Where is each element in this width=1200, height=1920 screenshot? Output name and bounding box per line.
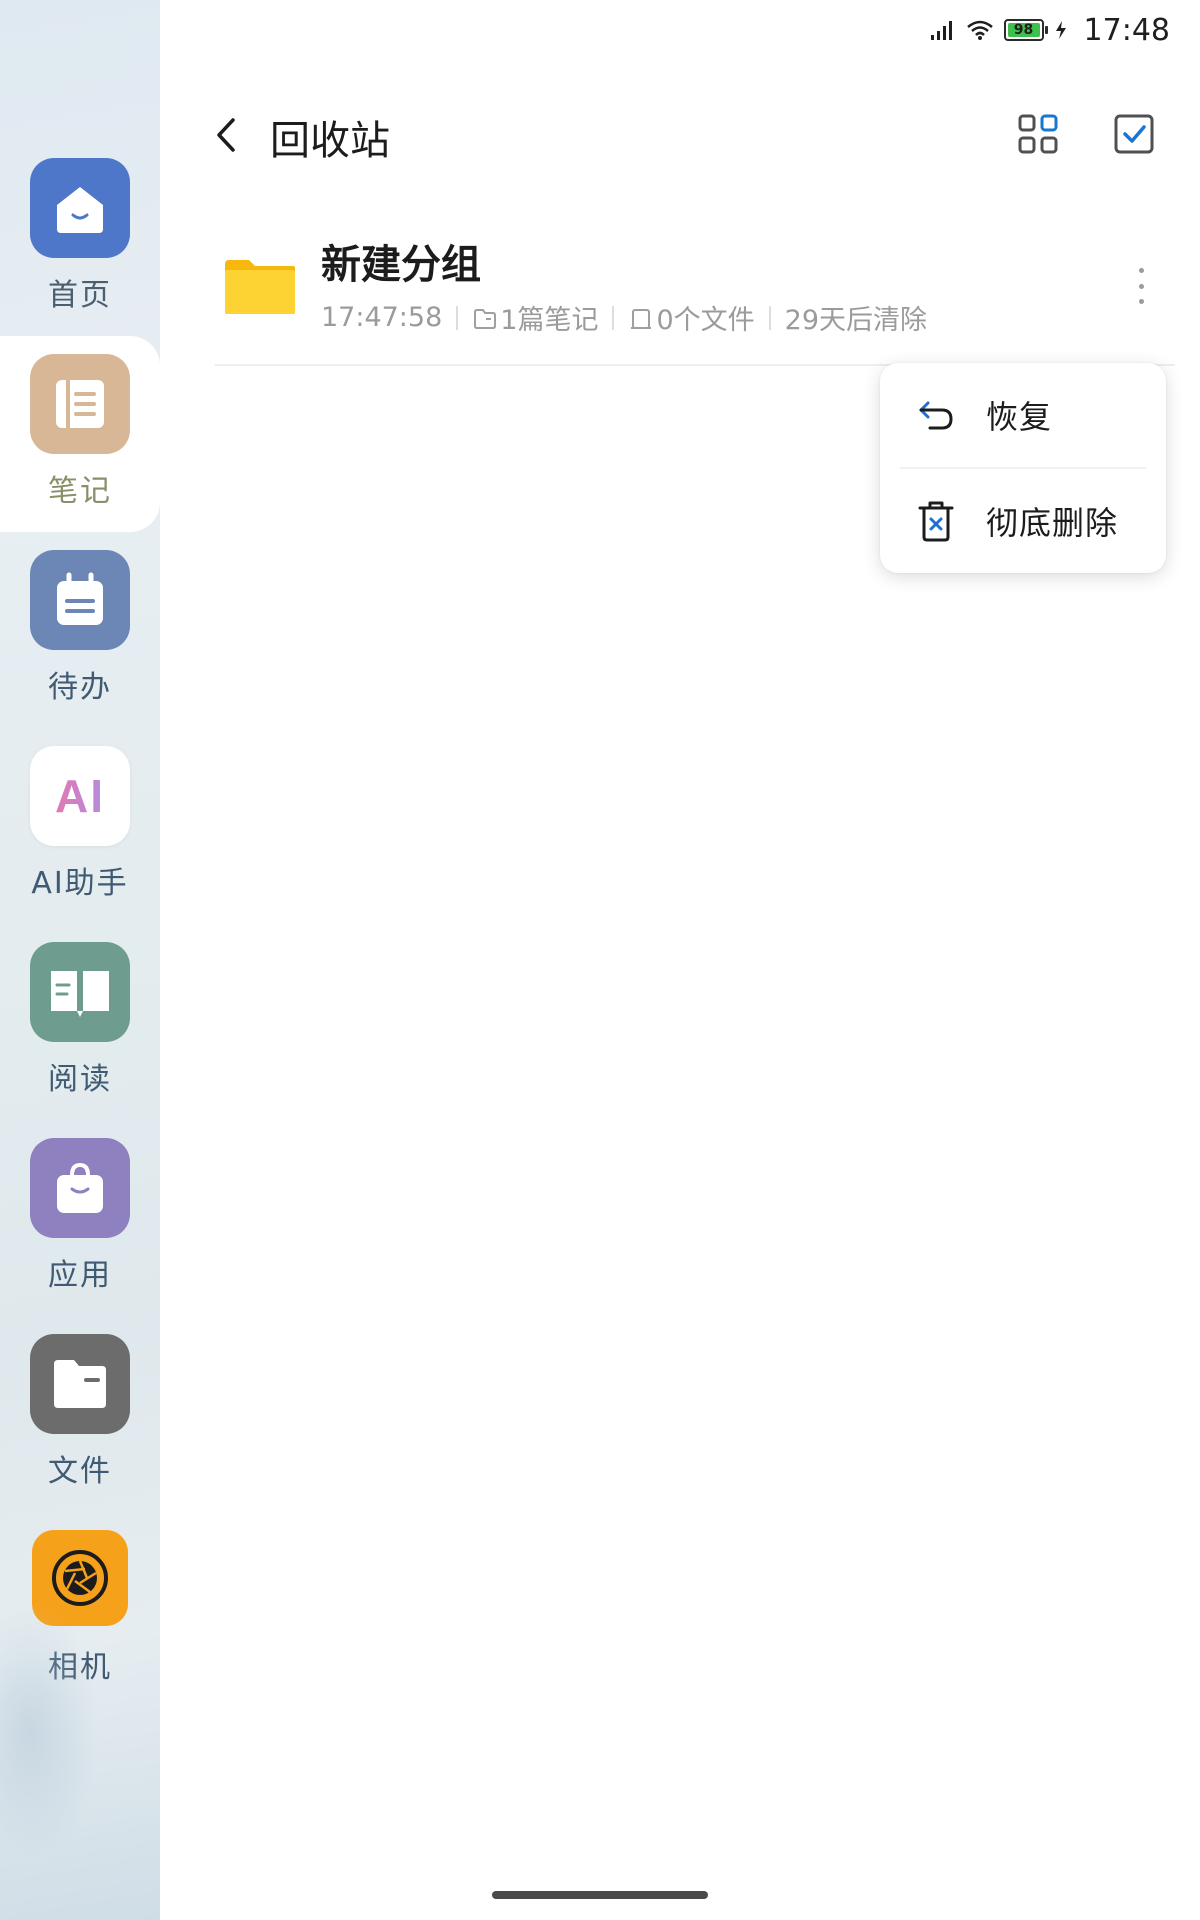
- sidebar-item-notes[interactable]: 笔记: [0, 336, 160, 532]
- sidebar-item-label: AI助手: [31, 866, 129, 901]
- trash-delete-icon: [918, 501, 954, 542]
- sidebar-item-home[interactable]: 首页: [0, 140, 160, 336]
- signal-icon: [930, 21, 952, 40]
- sidebar: 首页 笔记 待办 AI AI助手 阅读 应用 文件 相机: [0, 0, 160, 1920]
- back-button[interactable]: [205, 110, 249, 160]
- charging-icon: [1055, 21, 1066, 39]
- divider: [612, 305, 615, 330]
- more-icon: [1138, 268, 1144, 273]
- chevron-left-icon: [217, 118, 235, 152]
- folder-icon: [30, 1334, 130, 1434]
- sidebar-item-label: 阅读: [48, 1062, 112, 1097]
- item-time: 17:47:58: [321, 302, 443, 333]
- menu-item-label: 彻底删除: [986, 504, 1119, 542]
- ai-icon: AI: [30, 746, 130, 846]
- menu-item-label: 恢复: [986, 398, 1053, 436]
- sidebar-item-label: 相机: [48, 1650, 112, 1685]
- sidebar-item-label: 笔记: [48, 474, 112, 509]
- sidebar-item-ai-assistant[interactable]: AI AI助手: [0, 728, 160, 924]
- item-expiry: 29天后清除: [784, 305, 927, 336]
- wifi-icon: [966, 20, 993, 40]
- home-icon: [30, 158, 130, 258]
- bag-icon: [30, 1138, 130, 1238]
- home-indicator[interactable]: [492, 1891, 708, 1899]
- sidebar-item-camera[interactable]: 相机: [0, 1512, 160, 1708]
- undo-icon: [919, 401, 953, 430]
- book-icon: [30, 942, 130, 1042]
- list-item[interactable]: 新建分组 17:47:58 1篇笔记 0个文件 29天后清除: [215, 218, 1175, 366]
- battery-level: 98: [1013, 22, 1034, 38]
- sidebar-item-apps[interactable]: 应用: [0, 1120, 160, 1316]
- divider: [768, 305, 771, 330]
- sidebar-item-label: 文件: [48, 1454, 112, 1489]
- file-outline-icon: [631, 308, 652, 329]
- grid-view-icon: [1018, 114, 1058, 154]
- sidebar-item-label: 待办: [48, 670, 112, 705]
- grid-view-button[interactable]: [1016, 112, 1060, 156]
- sidebar-item-todo[interactable]: 待办: [0, 532, 160, 728]
- context-menu: 恢复 彻底删除: [880, 363, 1166, 573]
- select-mode-button[interactable]: [1112, 112, 1156, 156]
- page-title: 回收站: [270, 118, 390, 164]
- status-time: 17:48: [1083, 12, 1170, 48]
- battery-icon: 98: [1003, 19, 1048, 41]
- item-title: 新建分组: [321, 242, 481, 288]
- item-notes-count: 1篇笔记: [500, 305, 599, 336]
- sidebar-item-label: 应用: [48, 1258, 112, 1293]
- folder-outline-icon: [474, 308, 497, 329]
- more-options-button[interactable]: [1126, 264, 1156, 308]
- sidebar-item-files[interactable]: 文件: [0, 1316, 160, 1512]
- divider: [456, 305, 459, 330]
- folder-icon: [225, 260, 295, 314]
- status-bar: 98 17:48: [930, 10, 1170, 50]
- restore-menu-item[interactable]: 恢复: [880, 363, 1166, 467]
- todo-icon: [30, 550, 130, 650]
- notebook-icon: [30, 354, 130, 454]
- delete-permanently-menu-item[interactable]: 彻底删除: [880, 469, 1166, 573]
- item-meta: 17:47:58 1篇笔记 0个文件 29天后清除: [321, 298, 927, 337]
- checkbox-icon: [1114, 114, 1154, 154]
- sidebar-item-reading[interactable]: 阅读: [0, 924, 160, 1120]
- sidebar-item-label: 首页: [48, 278, 112, 313]
- item-files-count: 0个文件: [656, 305, 755, 336]
- camera-icon: [32, 1530, 128, 1626]
